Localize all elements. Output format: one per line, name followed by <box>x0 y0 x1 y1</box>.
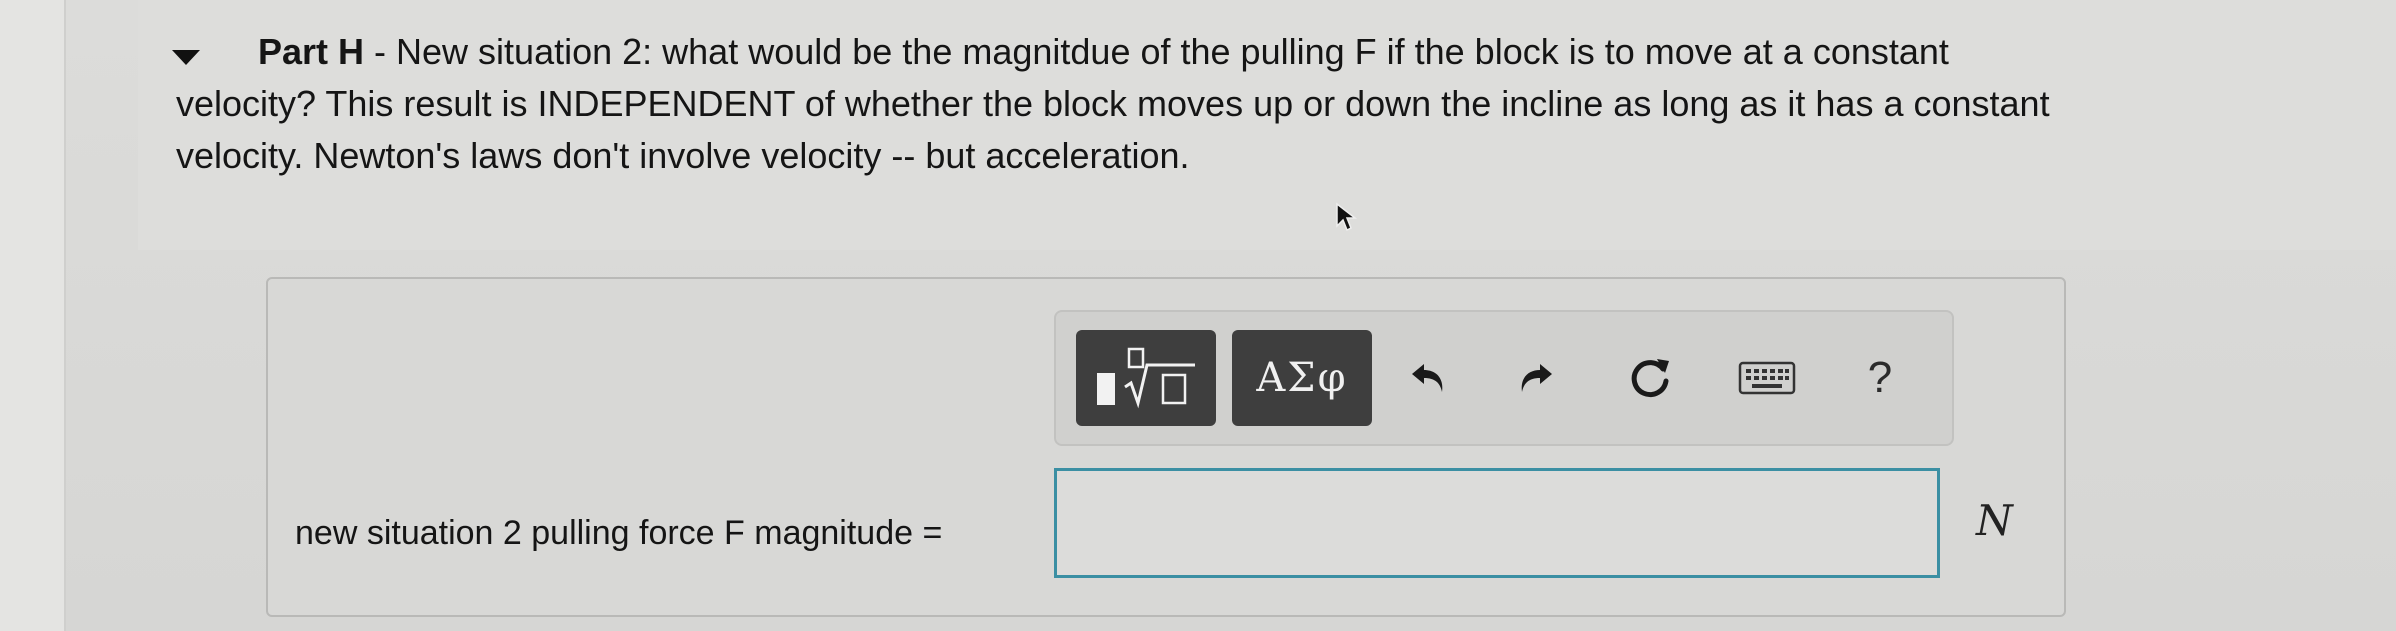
keyboard-button[interactable] <box>1724 342 1810 414</box>
unit-label: N <box>1976 496 2013 545</box>
keyboard-icon <box>1738 361 1796 395</box>
answer-label: new situation 2 pulling force F magnitud… <box>295 514 943 552</box>
question-line-3: velocity. Newton's laws don't involve ve… <box>176 135 1190 176</box>
question-line-1: Part H - New situation 2: what would be … <box>176 26 2336 78</box>
undo-icon <box>1412 364 1443 392</box>
answer-input[interactable] <box>1054 468 1940 578</box>
math-toolbar: ΑΣφ ? <box>1054 310 1954 446</box>
question-text: Part H - New situation 2: what would be … <box>176 26 2336 182</box>
part-title: Part H <box>258 31 365 72</box>
question-line-2: velocity? This result is INDEPENDENT of … <box>176 83 2050 124</box>
symbols-button[interactable]: ΑΣφ <box>1232 330 1372 426</box>
redo-button[interactable] <box>1496 342 1572 414</box>
templates-button[interactable] <box>1076 330 1216 426</box>
left-margin <box>0 0 66 631</box>
page: Part H - New situation 2: what would be … <box>0 0 2396 631</box>
reset-icon <box>1631 359 1669 398</box>
question-line-1-text: - New situation 2: what would be the mag… <box>364 31 1949 72</box>
fraction-root-template-icon <box>1097 347 1195 409</box>
reset-button[interactable] <box>1612 342 1688 414</box>
help-button[interactable]: ? <box>1842 342 1918 414</box>
undo-button[interactable] <box>1392 342 1468 414</box>
mouse-pointer-icon <box>1336 202 1358 232</box>
redo-icon <box>1521 364 1552 392</box>
